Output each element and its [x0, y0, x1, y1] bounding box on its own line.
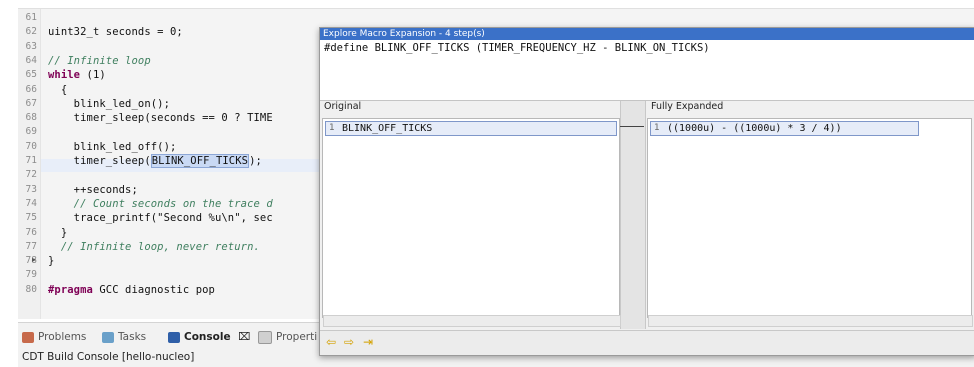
line-number: 63 [25, 40, 37, 52]
code-text: uint32_t seconds = 0; [48, 26, 183, 39]
tab-problems[interactable]: Problems [22, 327, 86, 347]
line-code: blink_led_on(); [48, 98, 170, 110]
line-code: } [48, 227, 67, 239]
code-comment: // Count seconds on the trace d [48, 197, 273, 210]
code-text: timer_sleep( [48, 155, 151, 167]
line-code: // Infinite loop [48, 55, 151, 67]
line-code: } [48, 255, 54, 267]
code-text: trace_printf("Second %u\n", sec [48, 212, 273, 225]
line-number: 69 [25, 126, 37, 138]
line-number: 77 [25, 240, 37, 252]
properties-icon [258, 330, 272, 344]
original-scrollbar[interactable] [323, 315, 621, 327]
code-text: timer_sleep(seconds == 0 ? TIME [48, 112, 273, 125]
code-text: blink_led_off(); [48, 140, 177, 153]
expanded-line: 1 ((1000u) - ((1000u) * 3 / 4)) [650, 121, 919, 136]
line-code: { [48, 84, 67, 96]
code-keyword: #pragma [48, 283, 93, 296]
code-comment: // Infinite loop, never return. [48, 240, 260, 253]
line-number: 65 [25, 69, 37, 81]
macro-definition-area: #define BLINK_OFF_TICKS (TIMER_FREQUENCY… [320, 40, 974, 101]
code-comment: // Infinite loop [48, 54, 151, 67]
line-code: #pragma GCC diagnostic pop [48, 284, 215, 296]
back-arrow-icon[interactable]: ⇦ [324, 336, 338, 349]
line-number: 80 [25, 283, 37, 295]
line-number: 70 [25, 140, 37, 152]
line-code: ++seconds; [48, 184, 138, 196]
expansion-nav-bar: ⇦ ⇨ ⇥ [320, 330, 974, 355]
line-code: trace_printf("Second %u\n", sec [48, 212, 273, 224]
line-number: 75 [25, 212, 37, 224]
diff-connector-line [620, 126, 644, 127]
code-text: (1) [80, 69, 106, 82]
problems-icon [22, 331, 34, 343]
popup-title: Explore Macro Expansion - 4 step(s) [320, 28, 974, 40]
forward-arrow-icon[interactable]: ⇨ [342, 336, 356, 349]
macro-occurrence-highlight[interactable]: BLINK_OFF_TICKS [150, 154, 250, 168]
line-number: 76 [25, 226, 37, 238]
tab-tasks[interactable]: Tasks [102, 327, 146, 347]
code-text: ++seconds; [48, 183, 138, 196]
expanded-pane[interactable]: 1 ((1000u) - ((1000u) * 3 / 4)) [647, 118, 973, 327]
tab-console[interactable]: Console ⌧ [168, 327, 250, 347]
line-code: // Infinite loop, never return. [48, 241, 260, 253]
line-number: 73 [25, 183, 37, 195]
tab-properties[interactable]: Properti [258, 327, 317, 347]
code-keyword: while [48, 69, 81, 82]
line-number: 67 [25, 97, 37, 109]
code-text: blink_led_on(); [48, 97, 171, 110]
line-number: 68 [25, 112, 37, 124]
expanded-pane-label: Fully Expanded [651, 101, 724, 112]
console-title: CDT Build Console [hello-nucleo] [22, 351, 195, 363]
tasks-icon [102, 331, 114, 343]
step-end-icon[interactable]: ⇥ [361, 336, 375, 349]
line-code: timer_sleep(seconds == 0 ? TIME [48, 112, 273, 124]
line-code: blink_led_off(); [48, 140, 177, 153]
line-number: 71 [25, 155, 37, 166]
code-text: ); [249, 155, 262, 167]
line-number: 61 [25, 12, 37, 23]
macro-expansion-popup: Explore Macro Expansion - 4 step(s) #def… [319, 27, 974, 356]
code-text: { [48, 83, 68, 96]
expanded-scrollbar[interactable] [648, 315, 973, 327]
line-number: 66 [25, 83, 37, 95]
close-icon[interactable]: ⌧ [238, 331, 250, 343]
line-code: while (1) [48, 69, 106, 81]
fold-toggle-icon[interactable]: ▸ [32, 255, 40, 267]
line-number: 62 [25, 26, 37, 38]
line-number: 64 [25, 54, 37, 66]
code-text: } [48, 226, 68, 239]
code-text: GCC diagnostic pop [92, 283, 215, 296]
code-text: } [48, 255, 55, 268]
expanded-text: ((1000u) - ((1000u) * 3 / 4)) [667, 123, 842, 134]
line-number: 74 [25, 197, 37, 209]
line-number: 72 [25, 169, 37, 181]
original-pane-label: Original [324, 101, 362, 112]
compare-divider [620, 101, 646, 329]
macro-definition: #define BLINK_OFF_TICKS (TIMER_FREQUENCY… [324, 42, 710, 54]
line-code: uint32_t seconds = 0; [48, 26, 183, 38]
console-icon [168, 331, 180, 343]
original-line: 1 BLINK_OFF_TICKS [325, 121, 617, 136]
line-code: timer_sleep(BLINK_OFF_TICKS); [48, 154, 262, 168]
line-number: 79 [25, 269, 37, 281]
original-pane[interactable]: 1 BLINK_OFF_TICKS [322, 118, 621, 327]
original-text: BLINK_OFF_TICKS [342, 123, 433, 134]
line-code: // Count seconds on the trace d [48, 198, 273, 210]
